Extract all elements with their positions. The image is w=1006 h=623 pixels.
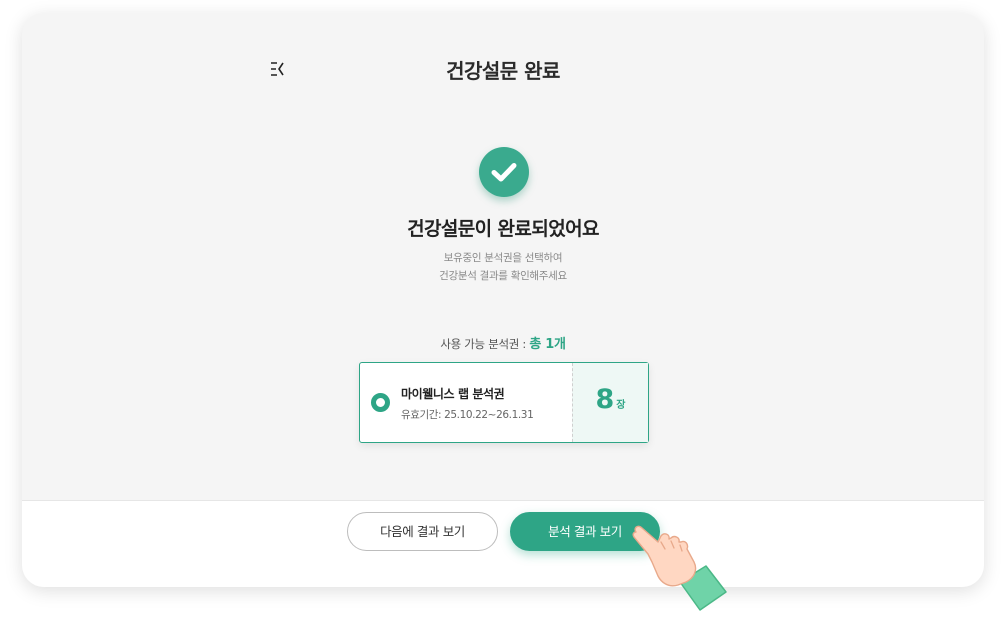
voucher-validity-period: 유효기간: 25.10.22~26.1.31 [401,409,534,421]
voucher-quantity-box: 8장 [572,363,648,442]
page-title: 건강설문 완료 [446,59,560,83]
voucher-quantity-unit: 장 [616,400,626,411]
check-circle-icon [479,147,529,197]
description-line-2: 건강분석 결과를 확인해주세요 [439,270,567,282]
voucher-card[interactable]: 마이웰니스 랩 분석권 유효기간: 25.10.22~26.1.31 8장 [359,362,649,443]
footer-bar: 다음에 결과 보기 분석 결과 보기 [22,500,984,587]
survey-complete-card: 건강설문 완료 건강설문이 완료되었어요 보유중인 분석권을 선택하여 건강분석… [22,13,984,587]
voucher-radio[interactable] [371,393,390,412]
voucher-quantity: 8 [595,384,615,415]
available-voucher-info: 사용 가능 분석권 : 총 1개 [22,333,984,352]
available-voucher-count: 총 1개 [529,337,566,352]
pointing-hand-icon [632,525,727,611]
voucher-name: 마이웰니스 랩 분석권 [401,387,505,401]
completion-headline: 건강설문이 완료되었어요 [407,218,599,240]
view-later-button[interactable]: 다음에 결과 보기 [347,512,498,551]
available-voucher-label: 사용 가능 분석권 : [440,337,530,351]
description-line-1: 보유중인 분석권을 선택하여 [443,252,563,264]
